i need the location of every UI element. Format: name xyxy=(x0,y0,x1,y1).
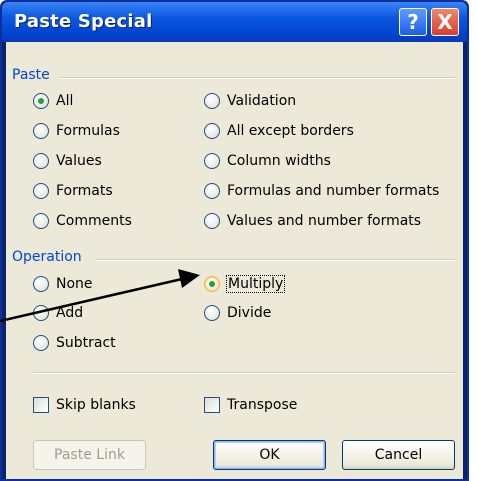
paste-link-button[interactable]: Paste Link xyxy=(33,440,146,470)
radio-paste-formulas-number-formats[interactable]: Formulas and number formats xyxy=(204,180,439,202)
checkbox-label: Skip blanks xyxy=(56,397,136,413)
dialog-body: Paste All Formulas Values Formats Commen… xyxy=(6,42,463,479)
dialog-title: Paste Special xyxy=(14,11,153,32)
radio-label: Formulas xyxy=(56,123,120,139)
radio-paste-comments[interactable]: Comments xyxy=(33,210,132,232)
radio-label: Validation xyxy=(227,93,297,109)
radio-icon xyxy=(33,183,49,199)
radio-icon xyxy=(33,153,49,169)
radio-icon xyxy=(33,213,49,229)
radio-label: Values and number formats xyxy=(227,213,422,229)
radio-paste-values[interactable]: Values xyxy=(33,150,102,172)
paste-group-divider xyxy=(60,77,455,79)
radio-label: Subtract xyxy=(56,335,116,351)
radio-label: Column widths xyxy=(227,153,331,169)
radio-paste-formats[interactable]: Formats xyxy=(33,180,113,202)
radio-paste-column-widths[interactable]: Column widths xyxy=(204,150,331,172)
close-button[interactable]: X xyxy=(431,8,459,36)
radio-icon xyxy=(33,123,49,139)
radio-paste-validation[interactable]: Validation xyxy=(204,90,296,112)
radio-label: Add xyxy=(56,305,84,321)
radio-icon xyxy=(33,335,49,351)
ok-button[interactable]: OK xyxy=(213,440,326,470)
radio-label: All except borders xyxy=(227,123,354,139)
radio-icon xyxy=(204,153,220,169)
radio-selected-icon xyxy=(33,93,49,109)
operation-group-label: Operation xyxy=(12,249,82,265)
paste-special-dialog: Paste Special ? X Paste All Formulas Val… xyxy=(0,0,469,481)
radio-label: Values xyxy=(56,153,102,169)
radio-label: All xyxy=(56,93,74,109)
close-icon: X xyxy=(437,10,453,34)
radio-icon xyxy=(204,305,220,321)
checkbox-icon xyxy=(33,397,49,413)
radio-operation-add[interactable]: Add xyxy=(33,302,83,324)
radio-paste-all[interactable]: All xyxy=(33,90,73,112)
help-icon: ? xyxy=(407,10,419,34)
cancel-button[interactable]: Cancel xyxy=(342,440,455,470)
checkbox-divider xyxy=(33,372,455,374)
radio-paste-formulas[interactable]: Formulas xyxy=(33,120,120,142)
radio-icon xyxy=(33,276,49,292)
checkbox-skip-blanks[interactable]: Skip blanks xyxy=(33,394,136,416)
radio-icon xyxy=(204,213,220,229)
radio-icon xyxy=(204,123,220,139)
paste-group-label: Paste xyxy=(12,67,50,83)
operation-group-divider xyxy=(96,259,455,261)
checkbox-transpose[interactable]: Transpose xyxy=(204,394,297,416)
radio-icon xyxy=(204,93,220,109)
radio-icon xyxy=(204,183,220,199)
radio-label: Formats xyxy=(56,183,113,199)
radio-label: Formulas and number formats xyxy=(227,183,440,199)
radio-operation-divide[interactable]: Divide xyxy=(204,302,271,324)
checkbox-icon xyxy=(204,397,220,413)
radio-paste-values-number-formats[interactable]: Values and number formats xyxy=(204,210,421,232)
radio-paste-all-except-borders[interactable]: All except borders xyxy=(204,120,354,142)
radio-label: Divide xyxy=(227,305,272,321)
radio-selected-icon xyxy=(204,276,220,292)
checkbox-label: Transpose xyxy=(227,397,298,413)
title-bar[interactable]: Paste Special ? X xyxy=(2,2,467,42)
help-button[interactable]: ? xyxy=(399,8,427,36)
radio-operation-subtract[interactable]: Subtract xyxy=(33,332,116,354)
radio-operation-none[interactable]: None xyxy=(33,273,93,295)
radio-label: Comments xyxy=(56,213,132,229)
radio-icon xyxy=(33,305,49,321)
radio-label: Multiply xyxy=(225,275,286,293)
radio-operation-multiply[interactable]: Multiply xyxy=(204,273,286,295)
radio-label: None xyxy=(56,276,93,292)
